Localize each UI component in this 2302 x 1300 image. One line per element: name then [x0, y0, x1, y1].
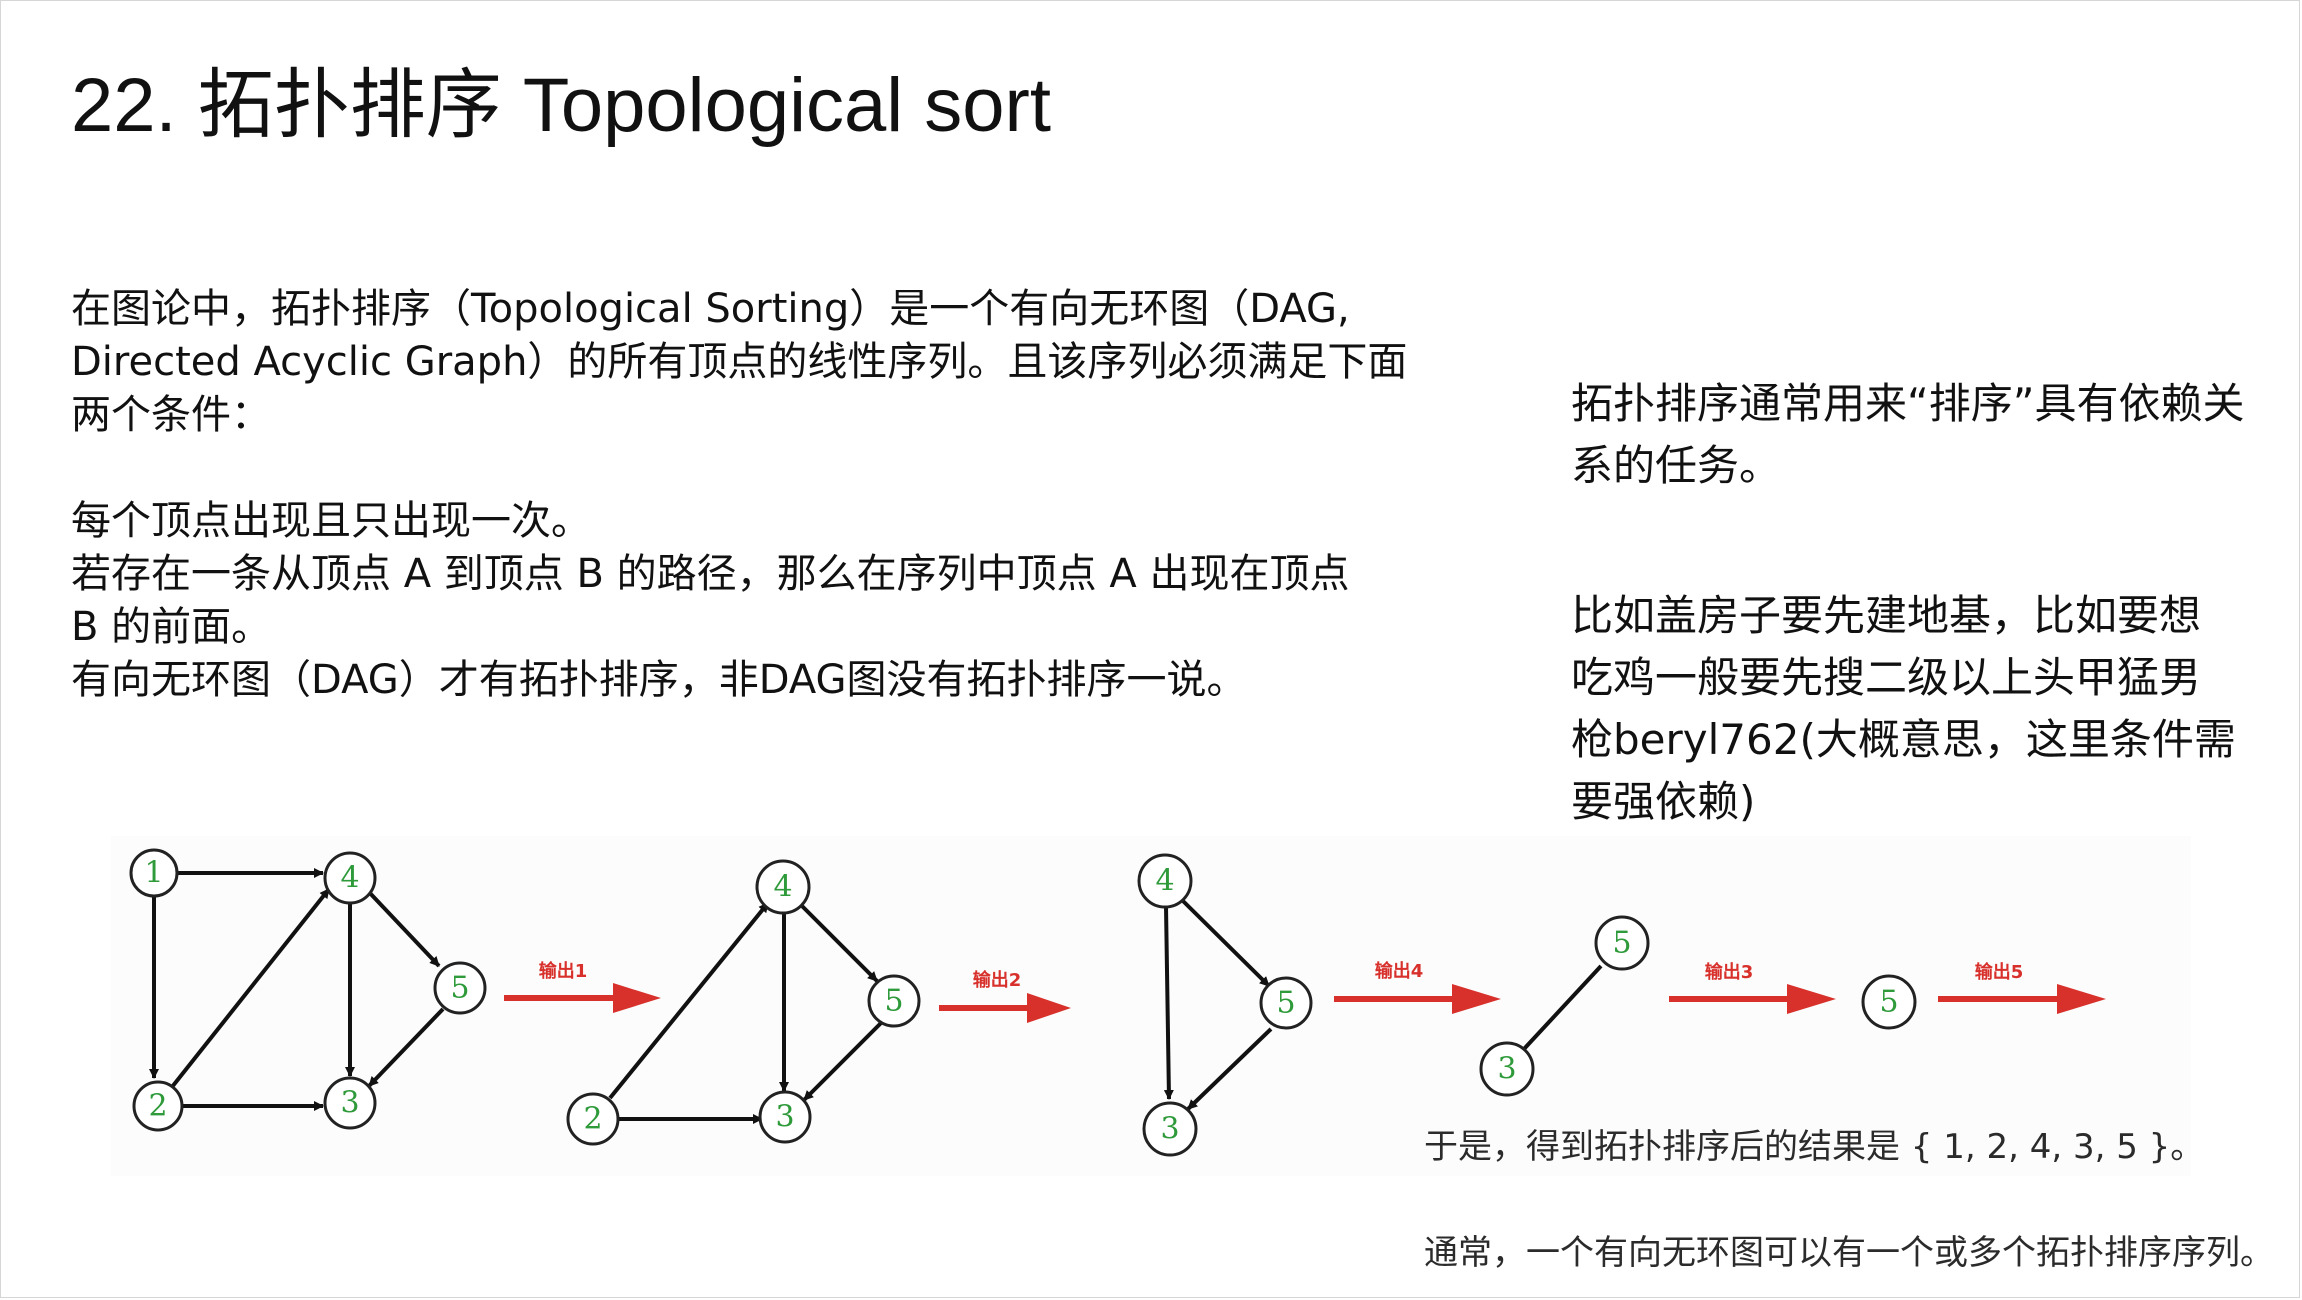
step-label: 输出3	[1705, 961, 1754, 983]
graph-node: 3	[1479, 1041, 1535, 1097]
edge-5-3	[802, 1021, 883, 1102]
step-arrow-5: 输出5	[1938, 961, 2106, 1014]
step-label: 输出1	[539, 960, 588, 982]
graph-node: 4	[323, 851, 377, 905]
graph-stage-5: 5	[1861, 974, 1917, 1030]
edge-4-5	[365, 888, 441, 968]
edge-5-3	[1186, 1027, 1273, 1111]
graph-node: 5	[1861, 974, 1917, 1030]
edge-3-5	[1522, 964, 1603, 1051]
step-arrow-4: 输出3	[1669, 961, 1836, 1014]
result-note: 于是，得到拓扑排序后的结果是 { 1, 2, 4, 3, 5 }。	[1424, 1127, 2205, 1167]
graph-stage-4: 5 3	[1479, 915, 1650, 1097]
node-label: 3	[1160, 1112, 1179, 1147]
slide: 22. 拓扑排序 Topological sort 在图论中，拓扑排序（Topo…	[0, 0, 2300, 1298]
graph-node: 2	[132, 1080, 184, 1132]
edge-4-5	[799, 903, 879, 983]
step-arrow-1: 输出1	[504, 960, 661, 1013]
graph-node: 5	[867, 974, 921, 1028]
edge-4-5	[1181, 899, 1271, 988]
edge-4-3	[1163, 905, 1174, 1100]
node-label: 4	[340, 861, 359, 896]
step-label: 输出4	[1375, 960, 1424, 982]
graph-stage-1: 1 4 5 2 3	[129, 848, 487, 1132]
topological-sort-diagram: 1 4 5 2 3 输出1 4 5 2 3 输出2 4 5 3 输出4 5 3 …	[129, 848, 2106, 1157]
node-label: 5	[1879, 985, 1898, 1020]
graph-node: 2	[566, 1092, 620, 1146]
node-label: 5	[1612, 926, 1631, 961]
node-label: 2	[148, 1089, 167, 1124]
graph-node: 4	[755, 859, 811, 915]
node-label: 4	[1155, 864, 1174, 899]
graph-node: 5	[1594, 915, 1650, 971]
node-label: 5	[1276, 986, 1295, 1021]
step-label: 输出5	[1975, 961, 2024, 983]
step-label: 输出2	[973, 969, 1022, 991]
edge-5-3	[367, 1007, 445, 1088]
graph-node: 4	[1137, 853, 1193, 909]
node-label: 2	[583, 1102, 602, 1137]
node-label: 5	[884, 984, 903, 1019]
node-label: 5	[450, 971, 469, 1006]
step-arrow-3: 输出4	[1334, 960, 1501, 1014]
graph-node: 1	[129, 848, 179, 898]
step-arrow-2: 输出2	[939, 969, 1071, 1023]
graph-node: 3	[323, 1076, 377, 1130]
graph-node: 3	[758, 1090, 812, 1144]
edge-2-4	[170, 887, 331, 1089]
multiple-orders-note: 通常，一个有向无环图可以有一个或多个拓扑排序序列。	[1424, 1233, 2274, 1273]
graph-node: 3	[1142, 1101, 1198, 1157]
graph-stage-3: 4 5 3	[1137, 853, 1313, 1157]
node-label: 4	[773, 870, 792, 905]
node-label: 3	[1497, 1052, 1516, 1087]
node-label: 3	[340, 1086, 359, 1121]
node-label: 3	[775, 1100, 794, 1135]
graph-node: 5	[433, 961, 487, 1015]
node-label: 1	[144, 856, 163, 891]
graph-node: 5	[1259, 976, 1313, 1030]
